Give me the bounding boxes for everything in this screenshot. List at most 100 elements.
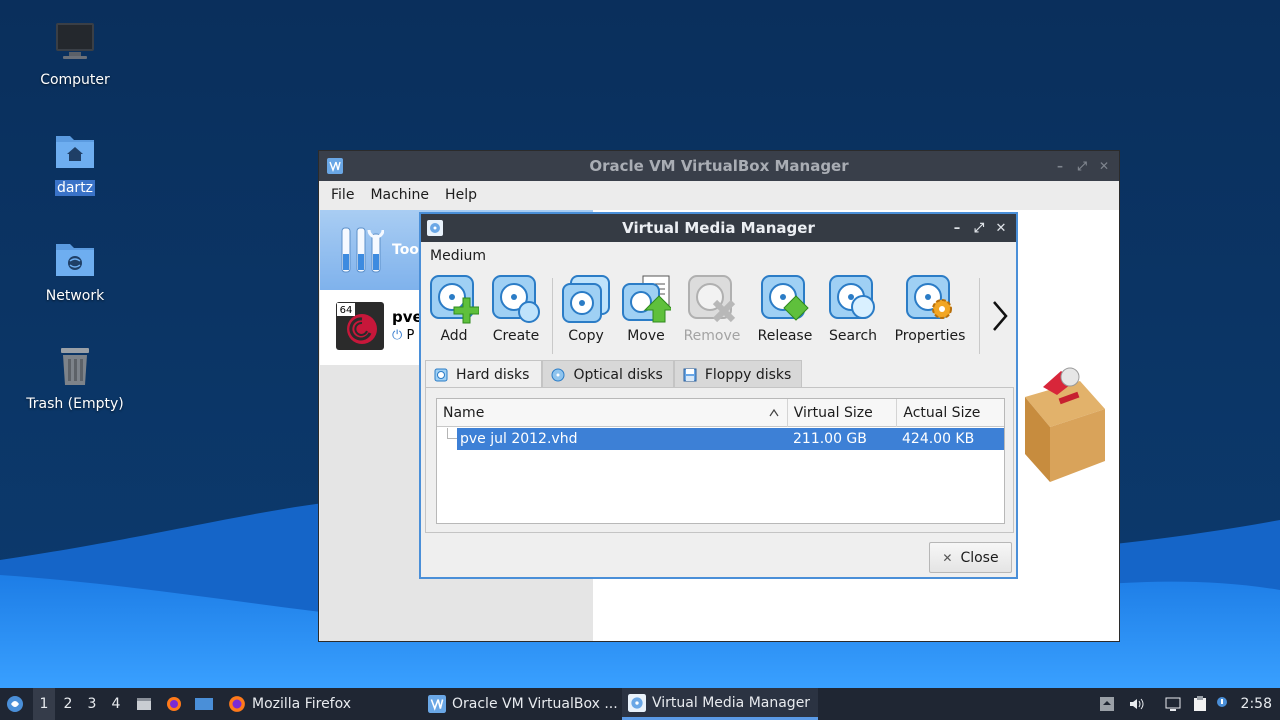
tree-connector [447,428,457,439]
move-disk-icon [622,275,671,323]
tab-hard-disks[interactable]: Hard disks [425,360,543,388]
media-table: Name Virtual Size Actual Size pve jul 20… [436,398,1005,524]
tab-label: Floppy disks [704,366,792,383]
close-button[interactable]: ✕ Close [929,542,1012,573]
cell-name: pve jul 2012.vhd [460,431,578,447]
file-manager-icon[interactable] [136,696,152,712]
taskbar: 1 2 3 4 Mozilla Firefox Oracle VM Virtua… [0,688,1280,720]
desktop-icon-network[interactable]: Network [10,236,140,304]
firefox-icon[interactable] [166,696,182,712]
toolbar-separator [979,278,980,354]
copy-label: Copy [568,328,604,344]
virtualbox-icon [428,695,446,713]
create-disk-icon [492,275,540,323]
start-menu-icon[interactable] [6,695,24,713]
maximize-button[interactable]: ⤢ [972,215,986,243]
release-label: Release [757,328,813,344]
create-label: Create [492,328,540,344]
virtual-media-manager-dialog: Virtual Media Manager – ⤢ ✕ Medium Add C… [419,212,1018,579]
media-type-tabs: Hard disks Optical disks Floppy disks [425,360,803,388]
search-button[interactable]: Search [820,274,886,344]
vm-arch-badge: 64 [340,305,353,316]
media-toolbar: Add Create Copy Move Remove Release Sear… [421,270,1016,354]
menu-machine[interactable]: Machine [362,187,437,203]
task-label: Mozilla Firefox [252,696,352,712]
move-button[interactable]: Move [613,274,679,344]
tab-floppy-disks[interactable]: Floppy disks [673,360,803,388]
sort-ascending-icon [769,408,779,417]
add-button[interactable]: Add [421,274,487,344]
window-titlebar[interactable]: Oracle VM VirtualBox Manager – ⤢ ✕ [319,151,1119,181]
minimize-button[interactable]: – [950,215,964,243]
workspace-4[interactable]: 4 [105,688,127,720]
move-label: Move [627,328,665,344]
virtual-media-icon [427,220,443,236]
search-disk-icon [829,275,875,319]
desktop-icon-trash[interactable]: Trash (Empty) [10,344,140,412]
desktop-icon-label: Trash (Empty) [26,396,124,412]
table-row[interactable]: pve jul 2012.vhd 211.00 GB 424.00 KB [437,428,1004,450]
column-header-virtual-size[interactable]: Virtual Size [788,399,898,427]
menu-help[interactable]: Help [437,187,485,203]
update-notifier-icon[interactable] [1216,696,1228,712]
menu-file[interactable]: File [323,187,362,203]
desktop-icon-label: dartz [54,180,96,196]
floppy-disk-icon [683,368,697,381]
copy-button[interactable]: Copy [553,274,619,344]
network-folder-icon [56,244,94,276]
maximize-button[interactable]: ⤢ [1075,151,1089,181]
chevron-right-icon[interactable] [988,298,1012,334]
window-title: Oracle VM VirtualBox Manager [589,157,849,175]
add-label: Add [440,328,468,344]
vm-state: ⏻ P [392,328,414,343]
task-label: Oracle VM VirtualBox ... [452,696,618,712]
tools-label: Too [392,242,419,258]
column-header-name[interactable]: Name [437,399,788,427]
workspace-1[interactable]: 1 [33,688,55,720]
network-monitor-icon[interactable] [1165,696,1181,712]
tray-eject-icon[interactable] [1099,696,1115,712]
virtual-media-icon [628,693,646,712]
firefox-icon [229,696,245,712]
optical-disk-icon [551,368,565,381]
tab-label: Optical disks [573,366,663,383]
task-firefox[interactable]: Mozilla Firefox [222,688,357,720]
copy-disk-icon [562,275,610,323]
desktop-icon[interactable] [194,696,214,712]
workspace-3[interactable]: 3 [81,688,103,720]
power-off-icon: ⏻ [392,328,403,343]
hard-disk-icon [434,368,448,381]
desktop-icon-label: Network [45,288,105,304]
cell-virtual-size: 211.00 GB [793,431,867,447]
release-disk-icon [761,275,809,321]
hard-disks-panel: Name Virtual Size Actual Size pve jul 20… [425,387,1014,533]
computer-icon [56,23,94,59]
volume-icon[interactable] [1128,696,1144,712]
tab-optical-disks[interactable]: Optical disks [542,360,674,388]
task-virtual-media-manager[interactable]: Virtual Media Manager [622,688,818,720]
column-header-label: Name [443,405,485,421]
create-button[interactable]: Create [483,274,549,344]
minimize-button[interactable]: – [1053,151,1067,181]
desktop-icon-home[interactable]: dartz [10,128,140,196]
task-virtualbox-manager[interactable]: Oracle VM VirtualBox ... [422,688,624,720]
clock[interactable]: 2:58 [1241,688,1272,720]
menu-medium[interactable]: Medium [421,242,1016,270]
column-header-actual-size[interactable]: Actual Size [897,399,1004,427]
release-button[interactable]: Release [752,274,818,344]
clipboard-icon[interactable] [1192,696,1208,712]
close-dialog-button[interactable]: ✕ [994,215,1008,243]
close-window-button[interactable]: ✕ [1097,151,1111,181]
column-header-label: Actual Size [903,405,981,421]
desktop-icon-computer[interactable]: Computer [10,20,140,88]
add-disk-icon [430,275,479,324]
column-header-label: Virtual Size [793,405,873,421]
properties-disk-icon [906,275,952,319]
properties-button[interactable]: Properties [893,274,967,344]
home-folder-icon [56,136,94,168]
virtualbox-icon [327,158,343,174]
vm-state-text: P [406,328,415,343]
dialog-titlebar[interactable]: Virtual Media Manager – ⤢ ✕ [421,214,1016,242]
workspace-2[interactable]: 2 [57,688,79,720]
remove-button[interactable]: Remove [679,274,745,344]
